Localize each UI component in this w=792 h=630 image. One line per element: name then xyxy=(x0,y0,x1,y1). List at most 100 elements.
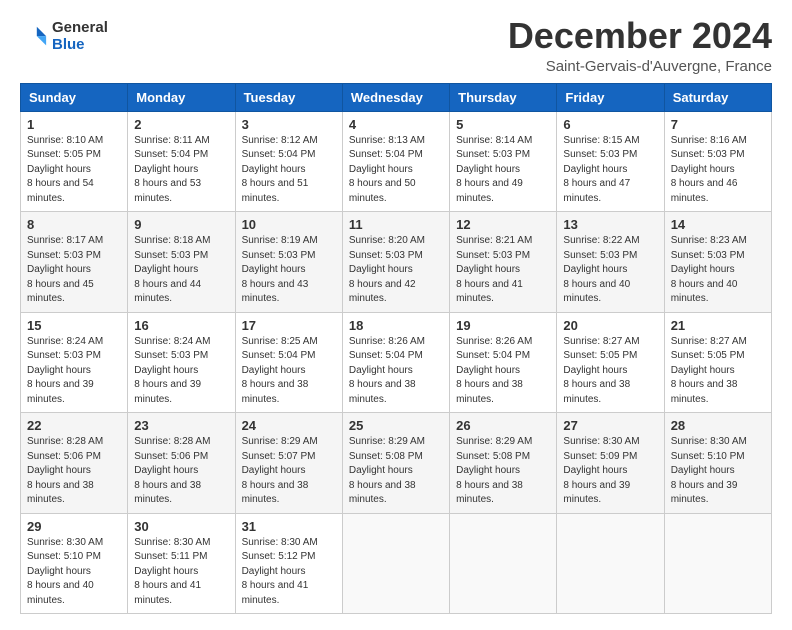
day-number: 17 xyxy=(242,318,336,333)
day-cell: 12 Sunrise: 8:21 AM Sunset: 5:03 PM Dayl… xyxy=(450,212,557,313)
day-number: 28 xyxy=(671,418,765,433)
day-info: Sunrise: 8:26 AM Sunset: 5:04 PM Dayligh… xyxy=(456,335,550,408)
day-info: Sunrise: 8:30 AM Sunset: 5:09 PM Dayligh… xyxy=(563,435,657,508)
day-number: 23 xyxy=(134,418,228,433)
day-number: 14 xyxy=(671,217,765,232)
day-number: 19 xyxy=(456,318,550,333)
day-number: 4 xyxy=(349,117,443,132)
day-cell: 29 Sunrise: 8:30 AM Sunset: 5:10 PM Dayl… xyxy=(21,513,128,614)
day-info: Sunrise: 8:26 AM Sunset: 5:04 PM Dayligh… xyxy=(349,335,443,408)
day-number: 3 xyxy=(242,117,336,132)
day-number: 26 xyxy=(456,418,550,433)
day-info: Sunrise: 8:12 AM Sunset: 5:04 PM Dayligh… xyxy=(242,134,336,207)
day-number: 29 xyxy=(27,519,121,534)
day-cell: 23 Sunrise: 8:28 AM Sunset: 5:06 PM Dayl… xyxy=(128,413,235,514)
day-info: Sunrise: 8:25 AM Sunset: 5:04 PM Dayligh… xyxy=(242,335,336,408)
day-cell: 15 Sunrise: 8:24 AM Sunset: 5:03 PM Dayl… xyxy=(21,312,128,413)
day-cell: 24 Sunrise: 8:29 AM Sunset: 5:07 PM Dayl… xyxy=(235,413,342,514)
day-cell: 1 Sunrise: 8:10 AM Sunset: 5:05 PM Dayli… xyxy=(21,111,128,212)
day-number: 16 xyxy=(134,318,228,333)
day-cell: 30 Sunrise: 8:30 AM Sunset: 5:11 PM Dayl… xyxy=(128,513,235,614)
header-tuesday: Tuesday xyxy=(235,83,342,111)
day-cell: 5 Sunrise: 8:14 AM Sunset: 5:03 PM Dayli… xyxy=(450,111,557,212)
day-info: Sunrise: 8:15 AM Sunset: 5:03 PM Dayligh… xyxy=(563,134,657,207)
day-cell: 25 Sunrise: 8:29 AM Sunset: 5:08 PM Dayl… xyxy=(342,413,449,514)
day-number: 1 xyxy=(27,117,121,132)
day-info: Sunrise: 8:16 AM Sunset: 5:03 PM Dayligh… xyxy=(671,134,765,207)
day-number: 5 xyxy=(456,117,550,132)
header-sunday: Sunday xyxy=(21,83,128,111)
day-number: 24 xyxy=(242,418,336,433)
calendar-header-row: SundayMondayTuesdayWednesdayThursdayFrid… xyxy=(21,83,772,111)
day-number: 15 xyxy=(27,318,121,333)
day-cell: 8 Sunrise: 8:17 AM Sunset: 5:03 PM Dayli… xyxy=(21,212,128,313)
day-info: Sunrise: 8:23 AM Sunset: 5:03 PM Dayligh… xyxy=(671,234,765,307)
header-thursday: Thursday xyxy=(450,83,557,111)
day-cell: 20 Sunrise: 8:27 AM Sunset: 5:05 PM Dayl… xyxy=(557,312,664,413)
day-info: Sunrise: 8:28 AM Sunset: 5:06 PM Dayligh… xyxy=(27,435,121,508)
day-info: Sunrise: 8:29 AM Sunset: 5:08 PM Dayligh… xyxy=(349,435,443,508)
logo-blue: Blue xyxy=(52,37,108,54)
logo: General Blue xyxy=(20,20,108,53)
day-info: Sunrise: 8:30 AM Sunset: 5:12 PM Dayligh… xyxy=(242,536,336,609)
logo-icon xyxy=(20,23,48,51)
day-cell xyxy=(342,513,449,614)
day-number: 12 xyxy=(456,217,550,232)
header-friday: Friday xyxy=(557,83,664,111)
day-info: Sunrise: 8:28 AM Sunset: 5:06 PM Dayligh… xyxy=(134,435,228,508)
day-number: 25 xyxy=(349,418,443,433)
day-cell: 31 Sunrise: 8:30 AM Sunset: 5:12 PM Dayl… xyxy=(235,513,342,614)
day-info: Sunrise: 8:14 AM Sunset: 5:03 PM Dayligh… xyxy=(456,134,550,207)
week-row-3: 15 Sunrise: 8:24 AM Sunset: 5:03 PM Dayl… xyxy=(21,312,772,413)
day-info: Sunrise: 8:10 AM Sunset: 5:05 PM Dayligh… xyxy=(27,134,121,207)
day-cell: 18 Sunrise: 8:26 AM Sunset: 5:04 PM Dayl… xyxy=(342,312,449,413)
day-info: Sunrise: 8:30 AM Sunset: 5:11 PM Dayligh… xyxy=(134,536,228,609)
day-cell xyxy=(664,513,771,614)
day-info: Sunrise: 8:22 AM Sunset: 5:03 PM Dayligh… xyxy=(563,234,657,307)
day-cell: 9 Sunrise: 8:18 AM Sunset: 5:03 PM Dayli… xyxy=(128,212,235,313)
day-info: Sunrise: 8:13 AM Sunset: 5:04 PM Dayligh… xyxy=(349,134,443,207)
day-number: 13 xyxy=(563,217,657,232)
logo-general: General xyxy=(52,20,108,37)
page-header: General Blue December 2024 Saint-Gervais… xyxy=(20,16,772,75)
month-title: December 2024 xyxy=(508,16,772,56)
day-cell: 21 Sunrise: 8:27 AM Sunset: 5:05 PM Dayl… xyxy=(664,312,771,413)
week-row-1: 1 Sunrise: 8:10 AM Sunset: 5:05 PM Dayli… xyxy=(21,111,772,212)
day-number: 11 xyxy=(349,217,443,232)
day-cell: 4 Sunrise: 8:13 AM Sunset: 5:04 PM Dayli… xyxy=(342,111,449,212)
day-number: 6 xyxy=(563,117,657,132)
day-cell: 19 Sunrise: 8:26 AM Sunset: 5:04 PM Dayl… xyxy=(450,312,557,413)
day-number: 9 xyxy=(134,217,228,232)
day-number: 18 xyxy=(349,318,443,333)
title-area: December 2024 Saint-Gervais-d'Auvergne, … xyxy=(508,16,772,75)
day-info: Sunrise: 8:20 AM Sunset: 5:03 PM Dayligh… xyxy=(349,234,443,307)
day-info: Sunrise: 8:30 AM Sunset: 5:10 PM Dayligh… xyxy=(671,435,765,508)
day-number: 22 xyxy=(27,418,121,433)
day-cell: 14 Sunrise: 8:23 AM Sunset: 5:03 PM Dayl… xyxy=(664,212,771,313)
day-number: 27 xyxy=(563,418,657,433)
day-info: Sunrise: 8:17 AM Sunset: 5:03 PM Dayligh… xyxy=(27,234,121,307)
week-row-5: 29 Sunrise: 8:30 AM Sunset: 5:10 PM Dayl… xyxy=(21,513,772,614)
day-cell: 22 Sunrise: 8:28 AM Sunset: 5:06 PM Dayl… xyxy=(21,413,128,514)
day-cell: 10 Sunrise: 8:19 AM Sunset: 5:03 PM Dayl… xyxy=(235,212,342,313)
day-info: Sunrise: 8:21 AM Sunset: 5:03 PM Dayligh… xyxy=(456,234,550,307)
day-cell: 3 Sunrise: 8:12 AM Sunset: 5:04 PM Dayli… xyxy=(235,111,342,212)
day-cell xyxy=(450,513,557,614)
day-number: 10 xyxy=(242,217,336,232)
day-cell: 13 Sunrise: 8:22 AM Sunset: 5:03 PM Dayl… xyxy=(557,212,664,313)
day-number: 8 xyxy=(27,217,121,232)
week-row-2: 8 Sunrise: 8:17 AM Sunset: 5:03 PM Dayli… xyxy=(21,212,772,313)
day-info: Sunrise: 8:29 AM Sunset: 5:07 PM Dayligh… xyxy=(242,435,336,508)
day-number: 31 xyxy=(242,519,336,534)
day-cell: 17 Sunrise: 8:25 AM Sunset: 5:04 PM Dayl… xyxy=(235,312,342,413)
header-saturday: Saturday xyxy=(664,83,771,111)
day-info: Sunrise: 8:18 AM Sunset: 5:03 PM Dayligh… xyxy=(134,234,228,307)
day-cell: 27 Sunrise: 8:30 AM Sunset: 5:09 PM Dayl… xyxy=(557,413,664,514)
day-number: 30 xyxy=(134,519,228,534)
logo-text: General Blue xyxy=(52,20,108,53)
day-number: 7 xyxy=(671,117,765,132)
day-cell: 16 Sunrise: 8:24 AM Sunset: 5:03 PM Dayl… xyxy=(128,312,235,413)
day-info: Sunrise: 8:11 AM Sunset: 5:04 PM Dayligh… xyxy=(134,134,228,207)
day-info: Sunrise: 8:30 AM Sunset: 5:10 PM Dayligh… xyxy=(27,536,121,609)
day-info: Sunrise: 8:24 AM Sunset: 5:03 PM Dayligh… xyxy=(134,335,228,408)
